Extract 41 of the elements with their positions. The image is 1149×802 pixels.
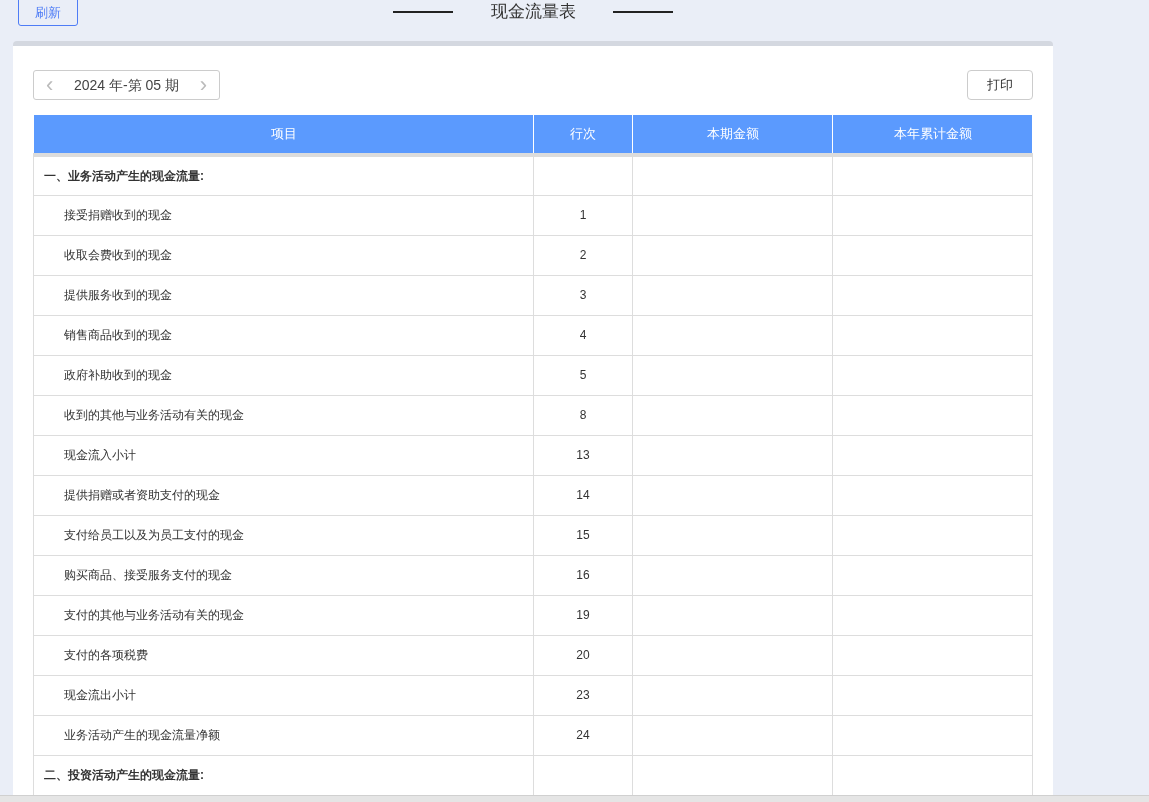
column-header: 本期金额 [632, 115, 833, 155]
table-cell: 2 [533, 235, 633, 275]
report-title: 现金流量表 [490, 1, 576, 24]
table-cell: 一、业务活动产生的现金流量: [33, 155, 534, 195]
table-cell: 收到的其他与业务活动有关的现金 [33, 395, 534, 435]
table-cell: 4 [533, 315, 633, 355]
table-cell: 购买商品、接受服务支付的现金 [33, 555, 534, 595]
table-cell: 政府补助收到的现金 [33, 355, 534, 395]
table-cell: 收取会费收到的现金 [33, 235, 534, 275]
print-button[interactable]: 打印 [967, 70, 1033, 100]
column-header: 行次 [533, 115, 633, 155]
table-cell: 支付的各项税费 [33, 635, 534, 675]
period-picker[interactable]: ‹ 2024 年-第 05 期 › [33, 70, 220, 100]
table-cell: 现金流出小计 [33, 675, 534, 715]
table-cell: 23 [533, 675, 633, 715]
table-cell: 接受捐赠收到的现金 [33, 195, 534, 235]
table-cell: 8 [533, 395, 633, 435]
table-cell: 3 [533, 275, 633, 315]
table-cell: 销售商品收到的现金 [33, 315, 534, 355]
period-value: 2024 年-第 05 期 [73, 75, 180, 95]
refresh-button[interactable]: 刷新 [18, 0, 78, 26]
previous-period-button[interactable]: ‹ [46, 74, 54, 96]
column-header: 项目 [33, 115, 534, 155]
next-period-button[interactable]: › [199, 74, 207, 96]
table-cell: 提供捐赠或者资助支付的现金 [33, 475, 534, 515]
table-cell: 20 [533, 635, 633, 675]
table-cell: 现金流入小计 [33, 435, 534, 475]
table-cell: 5 [533, 355, 633, 395]
table-cell: 提供服务收到的现金 [33, 275, 534, 315]
table-cell: 支付给员工以及为员工支付的现金 [33, 515, 534, 555]
table-cell: 业务活动产生的现金流量净额 [33, 715, 534, 755]
table-cell: 支付的其他与业务活动有关的现金 [33, 595, 534, 635]
column-header: 本年累计金额 [832, 115, 1033, 155]
table-cell: 16 [533, 555, 633, 595]
table-cell: 14 [533, 475, 633, 515]
table-cell: 19 [533, 595, 633, 635]
table-cell: 24 [533, 715, 633, 755]
table-cell: 13 [533, 435, 633, 475]
table-cell: 1 [533, 195, 633, 235]
table-cell: 15 [533, 515, 633, 555]
horizontal-scrollbar[interactable] [0, 795, 1149, 802]
